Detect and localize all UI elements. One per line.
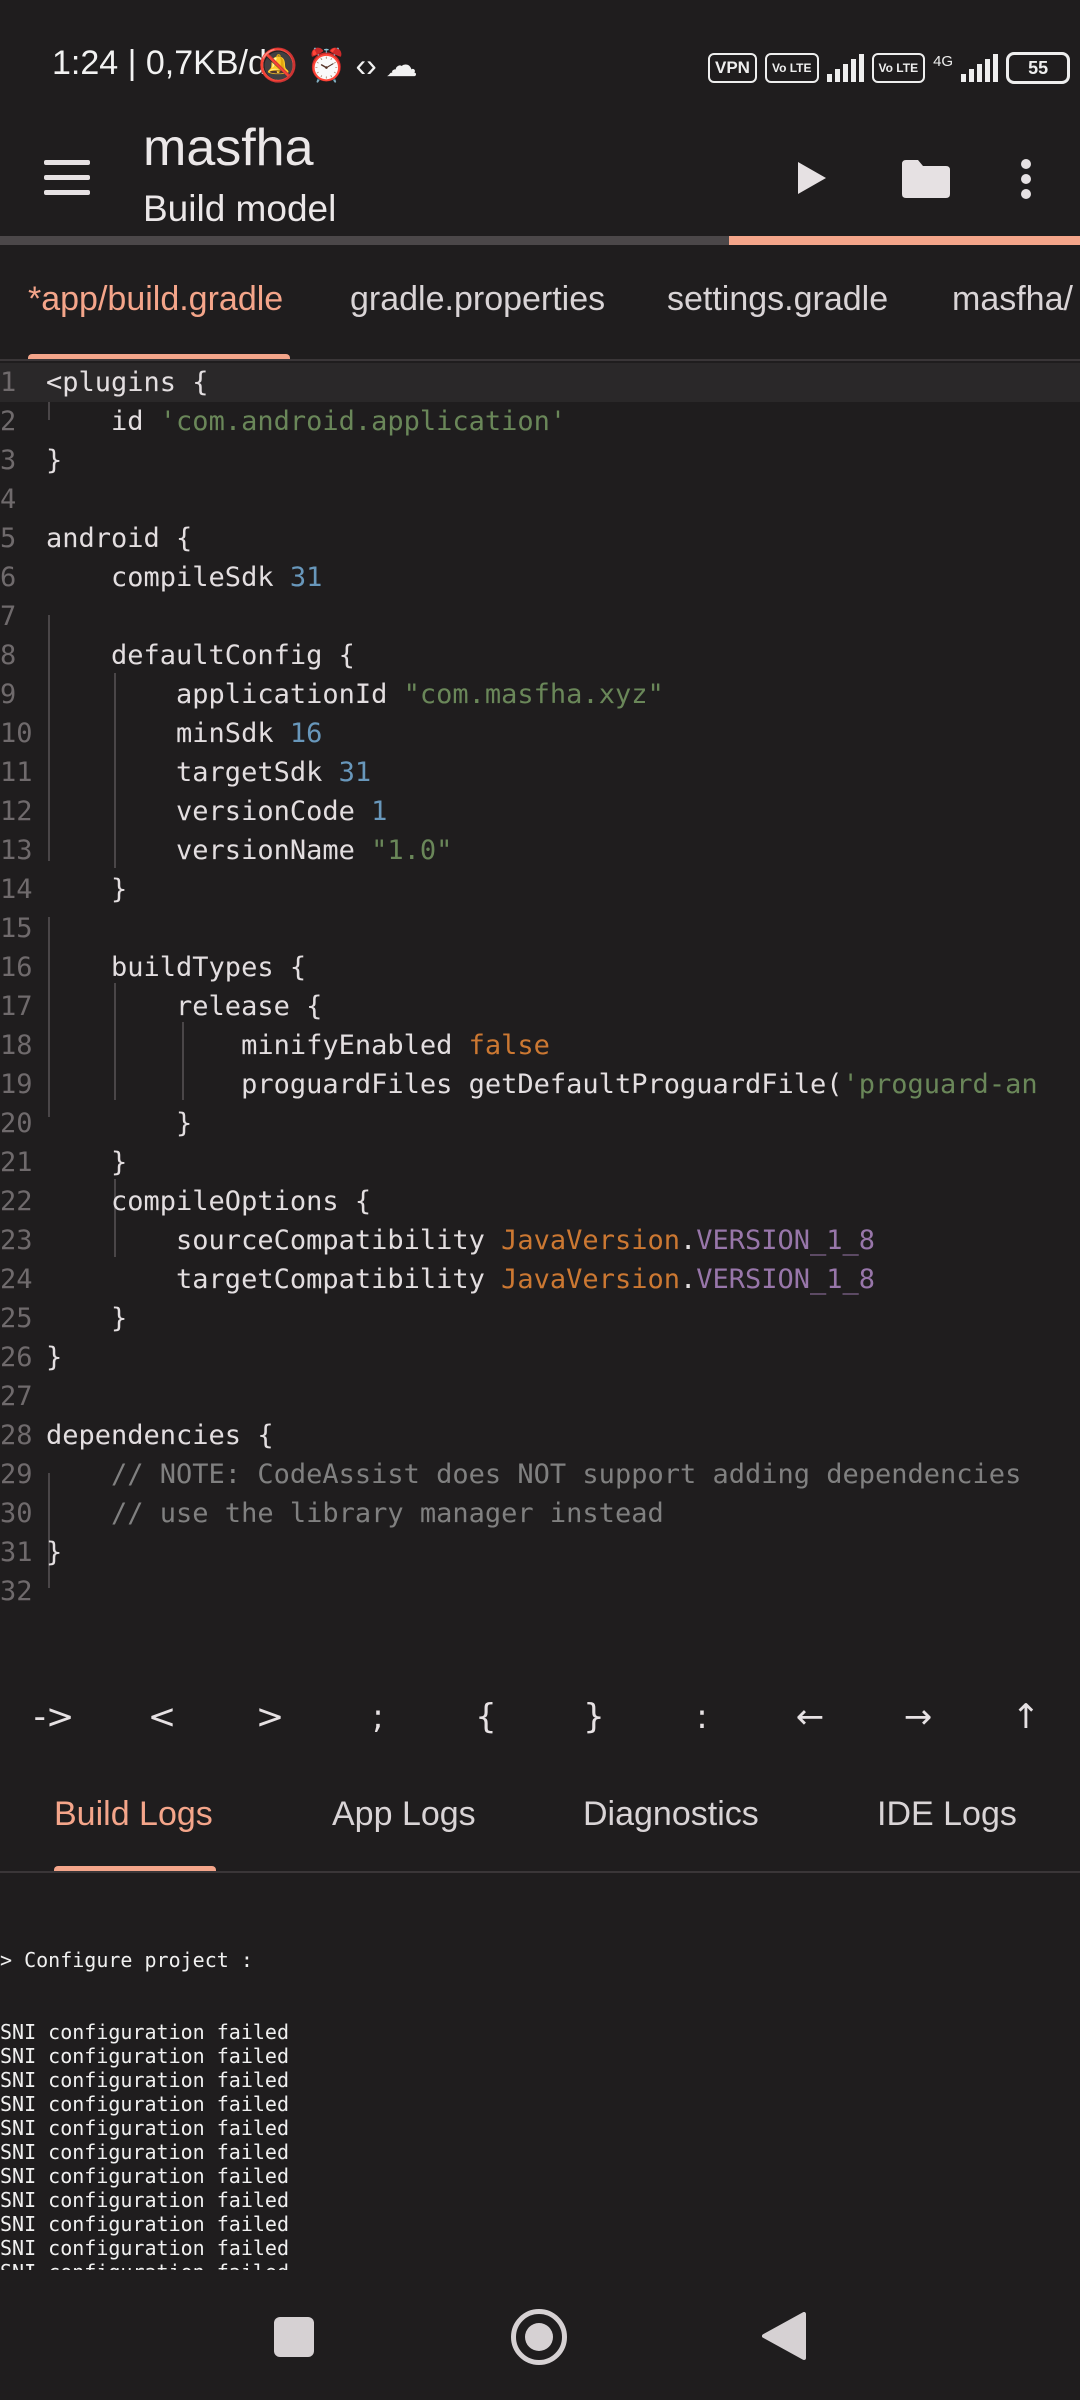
log-line: SNI configuration failed [0, 2140, 289, 2164]
tab-masfha[interactable]: masfha/ [952, 280, 1073, 319]
code-line: 32 [0, 1576, 33, 1607]
app-title: masfha [143, 119, 314, 177]
log-line: SNI configuration failed [0, 2260, 1080, 2270]
code-line: 5 android { [0, 523, 193, 554]
tab-ide-logs[interactable]: IDE Logs [877, 1795, 1017, 1834]
tab-diagnostics[interactable]: Diagnostics [583, 1795, 759, 1834]
signal-icon [826, 54, 864, 82]
arrow-left-key[interactable]: ← [780, 1697, 840, 1737]
status-bar: 1:24 | 0,7KB/d 🔕 ⏰ ‹› ☁ VPN Vo LTE Vo LT… [0, 0, 1080, 130]
code-line: 22 compileOptions { [0, 1186, 372, 1217]
code-line: 15 [0, 913, 33, 944]
code-line: 24 targetCompatibility JavaVersion.VERSI… [0, 1264, 876, 1295]
log-line: SNI configuration failed [0, 2236, 289, 2260]
run-icon[interactable] [796, 160, 828, 196]
code-line: 26} [0, 1342, 63, 1373]
code-icon: ‹› [355, 47, 377, 83]
code-line: 27 [0, 1381, 33, 1412]
more-options-icon[interactable] [1018, 158, 1034, 200]
vpn-badge: VPN [708, 53, 757, 83]
code-line: 17 release { [0, 991, 323, 1022]
log-line: SNI configuration failed [0, 2020, 289, 2044]
status-icons: 🔕 ⏰ ‹› ☁ [258, 46, 418, 84]
symbol-semicolon-key[interactable]: ; [348, 1697, 408, 1737]
log-line: SNI configuration failed [0, 2068, 289, 2092]
code-line: 31} [0, 1537, 63, 1568]
mute-bell-icon: 🔕 [258, 47, 298, 83]
log-line: SNI configuration failed [0, 2212, 289, 2236]
tab-gradle-properties[interactable]: gradle.properties [350, 280, 605, 319]
code-line: 18 minifyEnabled false [0, 1030, 550, 1061]
arrow-right-key[interactable]: → [888, 1697, 948, 1737]
arrow-up-key[interactable]: ↑ [996, 1697, 1056, 1737]
code-line: 30 // use the library manager instead [0, 1498, 664, 1529]
log-line: SNI configuration failed [0, 2164, 289, 2188]
recents-square-icon[interactable] [274, 2317, 314, 2357]
alarm-icon: ⏰ [306, 47, 347, 83]
back-triangle-icon[interactable] [762, 2312, 806, 2360]
code-line: 25 } [0, 1303, 128, 1334]
volte-badge: Vo LTE [764, 53, 819, 83]
log-lines: SNI configuration failed SNI configuratio… [0, 2020, 1080, 2270]
home-circle-inner-icon [525, 2323, 553, 2351]
code-line: 8 defaultConfig { [0, 640, 355, 671]
status-time-speed: 1:24 | 0,7KB/d [52, 44, 267, 82]
network-4g-label: 4G [933, 52, 954, 70]
code-line: 12 versionCode 1 [0, 796, 388, 827]
battery-icon: 55 [1006, 52, 1071, 84]
tab-build-logs[interactable]: Build Logs [54, 1795, 213, 1834]
cloud-icon: ☁ [385, 47, 418, 83]
code-line: 20 } [0, 1108, 193, 1139]
symbol-greater-than-key[interactable]: > [240, 1697, 300, 1737]
status-right: VPN Vo LTE Vo LTE 4G 55 [708, 48, 1071, 88]
code-line: 9 applicationId "com.masfha.xyz" [0, 679, 664, 710]
volte-badge-2: Vo LTE [871, 53, 926, 83]
code-line: 28 dependencies { [0, 1420, 274, 1451]
code-line: 4 [0, 484, 17, 515]
folder-icon[interactable] [900, 158, 952, 198]
code-editor[interactable]: 1 <plugins { 2 id 'com.android.applicatio… [0, 361, 1080, 1641]
code-line: 13 versionName "1.0" [0, 835, 453, 866]
code-line: 23 sourceCompatibility JavaVersion.VERSI… [0, 1225, 876, 1256]
log-line: SNI configuration failed [0, 2116, 289, 2140]
code-line: 11 targetSdk 31 [0, 757, 372, 788]
tab-settings-gradle[interactable]: settings.gradle [667, 280, 888, 319]
code-line: 21 } [0, 1147, 128, 1178]
code-line: 14 } [0, 874, 128, 905]
menu-icon[interactable] [44, 160, 90, 200]
code-line: 19 proguardFiles getDefaultProguardFile(… [0, 1069, 1038, 1100]
tab-app-build-gradle[interactable]: *app/build.gradle [28, 280, 283, 319]
code-line: 29 // NOTE: CodeAssist does NOT support … [0, 1459, 1022, 1490]
code-line: 10 minSdk 16 [0, 718, 323, 749]
symbol-close-brace-key[interactable]: } [564, 1697, 624, 1737]
build-log-output[interactable]: > Configure project : SNI configuration … [0, 1900, 1080, 2270]
log-line: SNI configuration failed [0, 2092, 289, 2116]
code-line: 1 <plugins { [0, 363, 1080, 402]
signal-icon-2 [961, 54, 999, 82]
code-line: 16 buildTypes { [0, 952, 307, 983]
log-line: SNI configuration failed [0, 2044, 289, 2068]
log-line: > Configure project : [0, 1948, 253, 1972]
log-line: SNI configuration failed [0, 2188, 289, 2212]
tab-app-logs[interactable]: App Logs [332, 1795, 476, 1834]
symbol-open-brace-key[interactable]: { [456, 1697, 516, 1737]
build-progress-fill [729, 236, 1080, 245]
symbol-arrow-key[interactable]: -> [24, 1697, 84, 1737]
app-subtitle: Build model [143, 188, 337, 229]
code-line: 7 [0, 601, 17, 632]
log-tabs-divider [0, 1871, 1080, 1873]
code-line: 2 id 'com.android.application' [0, 406, 567, 437]
symbol-colon-key[interactable]: : [672, 1697, 732, 1737]
symbol-less-than-key[interactable]: < [132, 1697, 192, 1737]
code-line: 3} [0, 445, 63, 476]
code-line: 6 compileSdk 31 [0, 562, 323, 593]
